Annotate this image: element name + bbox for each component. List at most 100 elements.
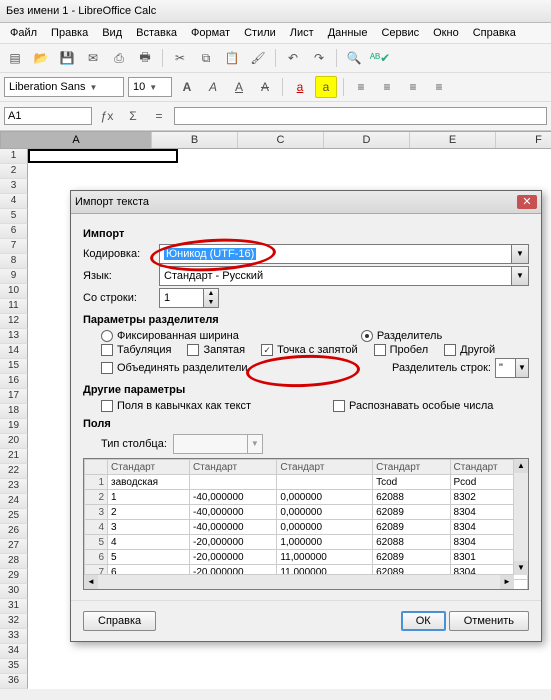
row-header[interactable]: 12 [0,314,28,329]
undo-icon[interactable]: ↶ [282,47,304,69]
underline-icon[interactable]: A [228,76,250,98]
string-delim-combo[interactable]: " ▼ [495,358,529,378]
check-quoted-as-text[interactable]: Поля в кавычках как текст [101,400,251,412]
row-header[interactable]: 21 [0,449,28,464]
row-header[interactable]: 28 [0,554,28,569]
dialog-titlebar[interactable]: Импорт текста ✕ [71,191,541,214]
formula-input[interactable] [174,107,547,125]
check-merge-delimiters[interactable]: Объединять разделители [101,362,248,374]
row-header[interactable]: 24 [0,494,28,509]
row-header[interactable]: 15 [0,359,28,374]
align-left-icon[interactable]: ≡ [350,76,372,98]
row-header[interactable]: 13 [0,329,28,344]
row-header[interactable]: 20 [0,434,28,449]
preview-area[interactable]: СтандартСтандартСтандартСтандартСтандарт… [83,458,529,590]
check-semicolon[interactable]: Точка с запятой [261,344,358,356]
print-icon[interactable]: 🖶 [134,47,156,69]
cut-icon[interactable]: ✂ [169,47,191,69]
row-header[interactable]: 33 [0,629,28,644]
copy-icon[interactable]: ⧉ [195,47,217,69]
font-name-combo[interactable]: Liberation Sans▼ [4,77,124,97]
redo-icon[interactable]: ↷ [308,47,330,69]
bold-icon[interactable]: A [176,76,198,98]
align-right-icon[interactable]: ≡ [402,76,424,98]
menu-данные[interactable]: Данные [322,25,374,41]
row-header[interactable]: 36 [0,674,28,689]
col-header-E[interactable]: E [410,132,496,148]
find-icon[interactable]: 🔍 [343,47,365,69]
col-header-F[interactable]: F [496,132,551,148]
row-header[interactable]: 8 [0,254,28,269]
save-icon[interactable]: 💾 [56,47,78,69]
equals-icon[interactable]: = [148,105,170,127]
row-header[interactable]: 7 [0,239,28,254]
row-header[interactable]: 16 [0,374,28,389]
row-header[interactable]: 10 [0,284,28,299]
menu-правка[interactable]: Правка [45,25,94,41]
strike-icon[interactable]: A [254,76,276,98]
col-header-D[interactable]: D [324,132,410,148]
vertical-scrollbar[interactable] [513,459,528,575]
language-combo[interactable]: Стандарт - Русский ▼ [159,266,529,286]
row-header[interactable]: 3 [0,179,28,194]
row-header[interactable]: 18 [0,404,28,419]
radio-fixed-width[interactable]: Фиксированная ширина [101,330,239,342]
row-header[interactable]: 35 [0,659,28,674]
menu-файл[interactable]: Файл [4,25,43,41]
menu-вид[interactable]: Вид [96,25,128,41]
menu-формат[interactable]: Формат [185,25,236,41]
encoding-combo[interactable]: Юникод (UTF-16) ▼ [159,244,529,264]
check-tab[interactable]: Табуляция [101,344,171,356]
font-color-icon[interactable]: a [289,76,311,98]
col-header-B[interactable]: B [152,132,238,148]
row-header[interactable]: 25 [0,509,28,524]
menu-стили[interactable]: Стили [238,25,282,41]
ok-button[interactable]: ОК [401,611,446,631]
close-icon[interactable]: ✕ [517,195,537,209]
menu-лист[interactable]: Лист [284,25,320,41]
italic-icon[interactable]: A [202,76,224,98]
row-header[interactable]: 2 [0,164,28,179]
col-header-A[interactable]: A [1,132,152,148]
row-header[interactable]: 29 [0,569,28,584]
align-center-icon[interactable]: ≡ [376,76,398,98]
fromrow-spinner[interactable]: 1 ▲▼ [159,288,219,308]
menu-окно[interactable]: Окно [427,25,465,41]
row-header[interactable]: 27 [0,539,28,554]
font-size-combo[interactable]: 10▼ [128,77,172,97]
cell-reference-input[interactable] [4,107,92,125]
row-header[interactable]: 31 [0,599,28,614]
paste-icon[interactable]: 📋 [221,47,243,69]
row-header[interactable]: 32 [0,614,28,629]
row-header[interactable]: 19 [0,419,28,434]
row-header[interactable]: 9 [0,269,28,284]
spinner-buttons[interactable]: ▲▼ [203,289,218,307]
spellcheck-icon[interactable]: ᴬᴮ✔ [369,47,391,69]
menu-справка[interactable]: Справка [467,25,522,41]
row-header[interactable]: 26 [0,524,28,539]
horizontal-scrollbar[interactable] [84,574,514,589]
check-comma[interactable]: Запятая [187,344,245,356]
brush-icon[interactable]: 🖌 [247,47,269,69]
check-other[interactable]: Другой [444,344,495,356]
row-header[interactable]: 14 [0,344,28,359]
row-header[interactable]: 1 [0,149,28,164]
check-space[interactable]: Пробел [374,344,429,356]
help-button[interactable]: Справка [83,611,156,631]
row-header[interactable]: 23 [0,479,28,494]
new-icon[interactable]: ▤ [4,47,26,69]
row-header[interactable]: 34 [0,644,28,659]
row-header[interactable]: 17 [0,389,28,404]
cancel-button[interactable]: Отменить [449,611,529,631]
row-header[interactable]: 4 [0,194,28,209]
radio-delimiter[interactable]: Разделитель [361,330,442,342]
sum-icon[interactable]: Σ [122,105,144,127]
check-detect-numbers[interactable]: Распознавать особые числа [333,400,493,412]
email-icon[interactable]: ✉ [82,47,104,69]
menu-вставка[interactable]: Вставка [130,25,183,41]
row-header[interactable]: 30 [0,584,28,599]
row-header[interactable]: 5 [0,209,28,224]
row-header[interactable]: 22 [0,464,28,479]
open-icon[interactable]: 📂 [30,47,52,69]
menu-сервис[interactable]: Сервис [375,25,425,41]
